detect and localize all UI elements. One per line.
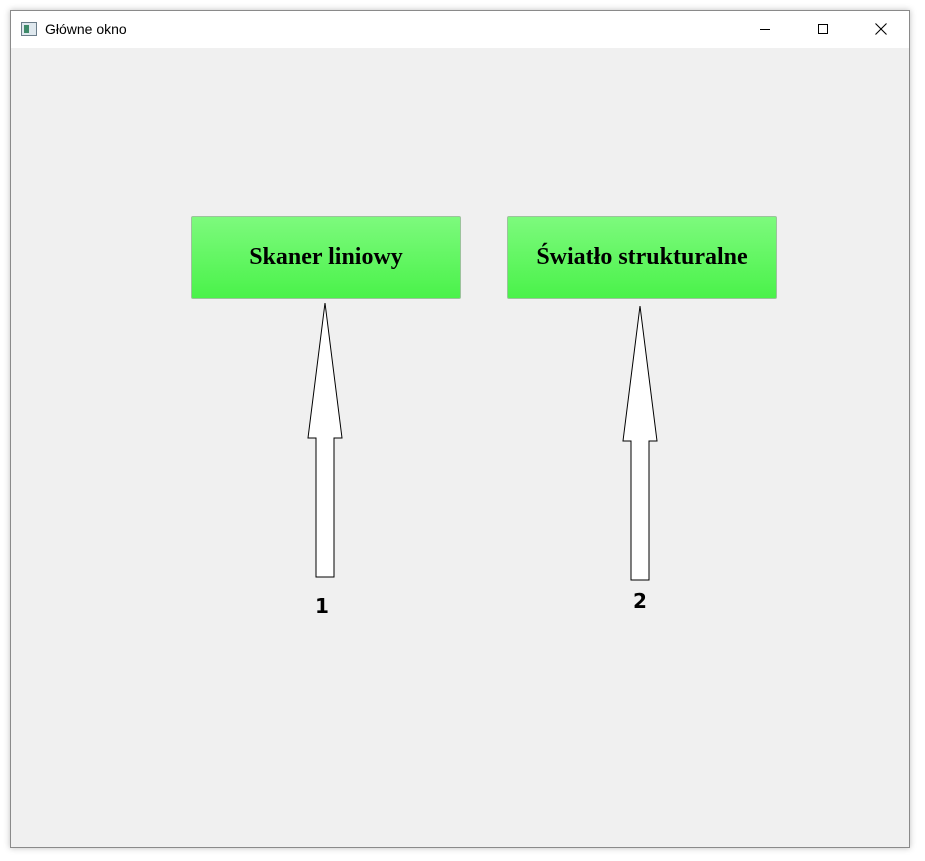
maximize-icon	[818, 24, 828, 34]
maximize-button[interactable]	[794, 11, 852, 47]
client-area: Skaner liniowy Światło strukturalne 1 2	[11, 48, 909, 847]
title-bar[interactable]: Główne okno	[11, 11, 909, 48]
close-button[interactable]	[852, 11, 910, 47]
arrow-label-1: 1	[315, 594, 329, 618]
minimize-icon	[760, 28, 770, 30]
minimize-button[interactable]	[736, 11, 794, 47]
arrow-label-2: 2	[633, 589, 647, 613]
swiatlo-strukturalne-button[interactable]: Światło strukturalne	[507, 216, 777, 299]
window-title: Główne okno	[45, 21, 127, 37]
main-window: Główne okno Skaner liniowy Światło struk…	[10, 10, 910, 848]
skaner-liniowy-button[interactable]: Skaner liniowy	[191, 216, 461, 299]
up-arrow-icon	[307, 302, 343, 578]
up-arrow-icon	[622, 305, 658, 581]
close-icon	[875, 23, 887, 35]
app-window-icon	[21, 22, 37, 36]
